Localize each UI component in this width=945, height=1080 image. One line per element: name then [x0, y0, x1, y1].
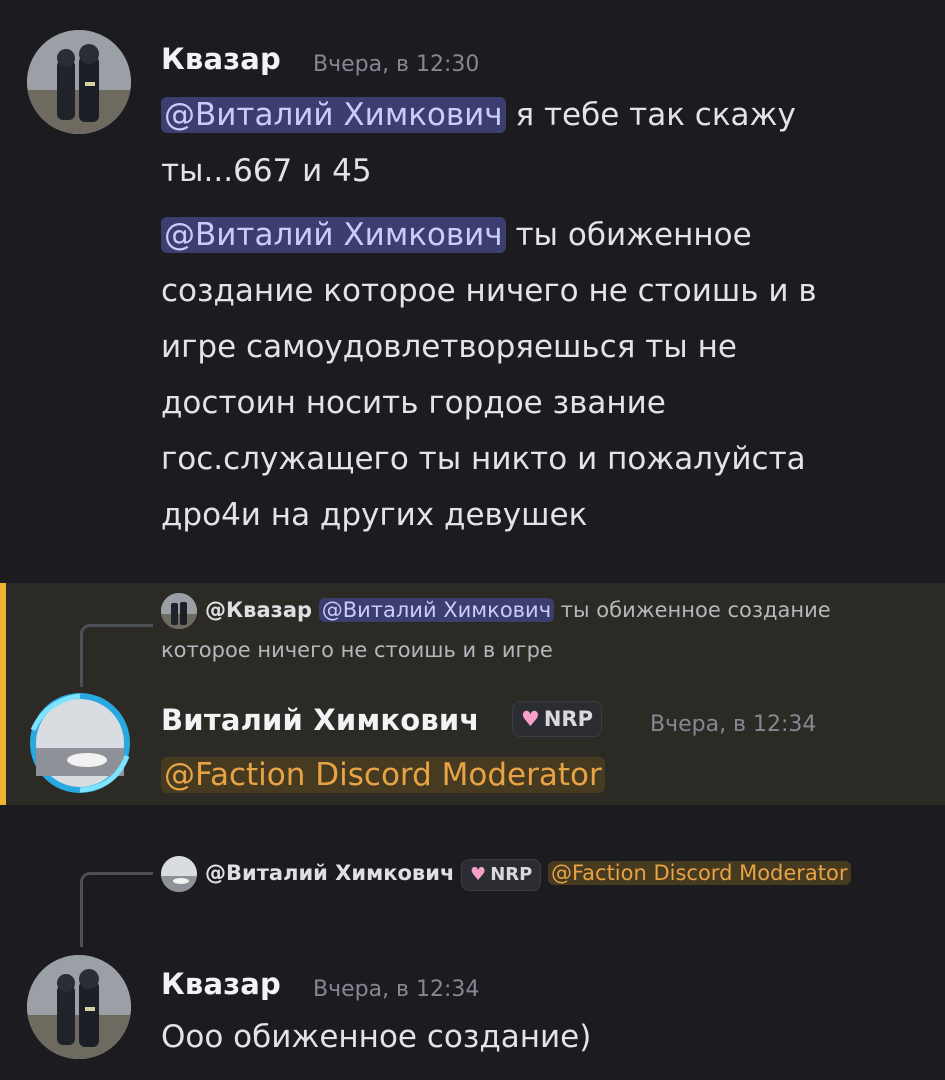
- role-badge[interactable]: ♥ NRP: [512, 701, 602, 737]
- user-mention[interactable]: @Виталий Химкович: [161, 217, 506, 253]
- message-text-content: ты обиженное создание которое ничего не …: [161, 217, 817, 533]
- reply-author[interactable]: @Виталий Химкович: [205, 861, 454, 885]
- reply-preview[interactable]: @Квазар @Виталий Химкович ты обиженное с…: [161, 590, 851, 670]
- role-badge[interactable]: ♥ NRP: [461, 859, 542, 891]
- message-author[interactable]: Виталий Химкович: [161, 703, 480, 737]
- highlight-bar: [0, 583, 6, 805]
- reply-avatar: [161, 856, 197, 892]
- message-text: @Виталий Химкович я тебе так скажу ты...…: [161, 87, 851, 199]
- message-author[interactable]: Квазар: [161, 967, 281, 1001]
- message-text: @Faction Discord Moderator: [161, 747, 901, 803]
- avatar-image: [30, 693, 130, 793]
- avatar-image: [27, 30, 131, 134]
- heart-icon: ♥: [470, 864, 487, 885]
- avatar-image: [161, 856, 197, 892]
- avatar-image: [27, 955, 131, 1059]
- message-timestamp: Вчера, в 12:34: [313, 977, 480, 1002]
- avatar-kvazar[interactable]: [27, 30, 131, 134]
- reply-connector: [80, 624, 153, 687]
- role-mention[interactable]: @Faction Discord Moderator: [548, 861, 851, 885]
- message-text: Ооо обиженное создание): [161, 1019, 592, 1055]
- avatar-vitaliy[interactable]: [27, 690, 133, 796]
- reply-author[interactable]: @Квазар: [205, 598, 312, 622]
- user-mention[interactable]: @Виталий Химкович: [318, 598, 555, 622]
- heart-icon: ♥: [521, 707, 540, 731]
- badge-label: NRP: [543, 707, 593, 731]
- reply-preview[interactable]: @Виталий Химкович ♥ NRP @Faction Discord …: [161, 853, 851, 893]
- message-author[interactable]: Квазар: [161, 42, 281, 76]
- message-timestamp: Вчера, в 12:34: [650, 712, 817, 737]
- user-mention[interactable]: @Виталий Химкович: [161, 97, 506, 133]
- message-text: @Виталий Химкович ты обиженное создание …: [161, 207, 881, 543]
- role-mention[interactable]: @Faction Discord Moderator: [161, 757, 605, 793]
- avatar-image: [161, 593, 197, 629]
- reply-avatar: [161, 593, 197, 629]
- message-timestamp: Вчера, в 12:30: [313, 52, 480, 77]
- badge-label: NRP: [490, 864, 533, 885]
- reply-connector: [80, 872, 153, 947]
- avatar-kvazar[interactable]: [27, 955, 131, 1059]
